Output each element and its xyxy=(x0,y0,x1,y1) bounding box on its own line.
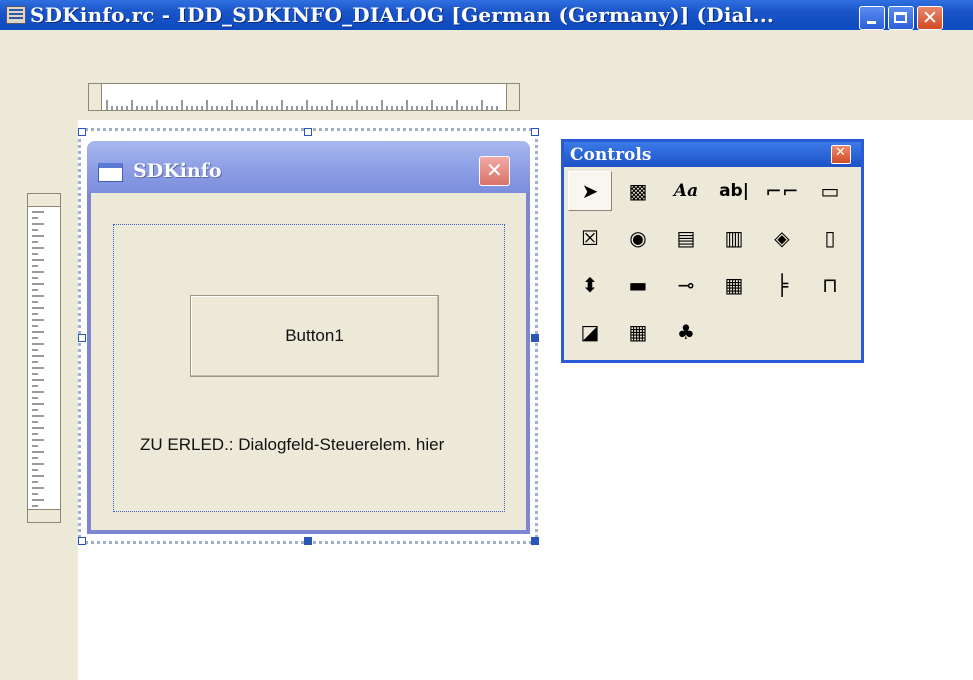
rich-edit-icon[interactable]: ▦ xyxy=(616,312,660,352)
horizontal-ruler-left-cap[interactable] xyxy=(88,83,102,111)
controls-toolbox[interactable]: Controls ➤▩Aaab|⌐⌐▭☒◉▤▥◈▯⬍▬⊸▦╞⊓◪▦♣ xyxy=(561,139,864,363)
vertical-ruler-track xyxy=(27,193,61,523)
edit-box-icon[interactable]: ab| xyxy=(712,171,756,211)
designed-dialog[interactable]: SDKinfo Button1 ZU ERLED.: Dialogfeld-St… xyxy=(87,141,530,534)
close-button[interactable] xyxy=(917,6,943,30)
list-control-icon[interactable]: ╞ xyxy=(760,265,804,305)
window-titlebar[interactable]: SDKinfo.rc - IDD_SDKINFO_DIALOG [German … xyxy=(0,0,973,30)
resize-handle-bottom-left xyxy=(78,537,86,545)
toolbox-title: Controls xyxy=(570,145,652,165)
progress-icon[interactable]: ▬ xyxy=(616,265,660,305)
picture-icon[interactable]: ▩ xyxy=(616,171,660,211)
minimize-button[interactable] xyxy=(859,6,885,30)
combo-box-icon[interactable]: ▤ xyxy=(664,218,708,258)
toolbox-titlebar[interactable]: Controls xyxy=(564,142,861,167)
dialog-static-text[interactable]: ZU ERLED.: Dialogfeld-Steuerelem. hier xyxy=(140,434,480,456)
resize-handle-top xyxy=(304,128,312,136)
window-title: SDKinfo.rc - IDD_SDKINFO_DIALOG [German … xyxy=(30,3,775,27)
tab-control-icon[interactable]: ⊓ xyxy=(808,265,852,305)
resize-handle-bottom[interactable] xyxy=(304,537,312,545)
check-box-icon[interactable]: ☒ xyxy=(568,218,612,258)
horizontal-ruler-right-cap[interactable] xyxy=(506,83,520,111)
dialog-close-button[interactable] xyxy=(479,156,510,186)
custom-control-icon[interactable]: ♣ xyxy=(664,312,708,352)
dialog-title: SDKinfo xyxy=(133,160,222,182)
resize-handle-right[interactable] xyxy=(531,334,539,342)
horizontal-ruler[interactable] xyxy=(88,83,520,113)
button-icon[interactable]: ▭ xyxy=(808,171,852,211)
hot-key-icon[interactable]: ▦ xyxy=(712,265,756,305)
resize-handle-left xyxy=(78,334,86,342)
resize-handle-top-right xyxy=(531,128,539,136)
horizontal-ruler-track xyxy=(88,83,520,111)
group-box-icon[interactable]: ⌐⌐ xyxy=(760,171,804,211)
vertical-ruler-top-cap[interactable] xyxy=(27,193,61,207)
list-box-icon[interactable]: ▥ xyxy=(712,218,756,258)
dialog-window-icon xyxy=(98,163,123,182)
static-text-icon[interactable]: Aa xyxy=(664,171,708,211)
radio-button-icon[interactable]: ◉ xyxy=(616,218,660,258)
maximize-button[interactable] xyxy=(888,6,914,30)
pointer-icon[interactable]: ➤ xyxy=(568,171,612,211)
spin-icon[interactable]: ⬍ xyxy=(568,265,612,305)
horizontal-ruler-ticks xyxy=(106,100,498,110)
resize-handle-top-left xyxy=(78,128,86,136)
vertical-scroll-icon[interactable]: ▯ xyxy=(808,218,852,258)
animation-icon[interactable]: ◪ xyxy=(568,312,612,352)
horizontal-scroll-icon[interactable]: ◈ xyxy=(760,218,804,258)
resize-handle-bottom-right[interactable] xyxy=(531,537,539,545)
toolbox-close-button[interactable] xyxy=(831,145,851,164)
dialog-button1[interactable]: Button1 xyxy=(190,295,439,377)
slider-icon[interactable]: ⊸ xyxy=(664,265,708,305)
vertical-ruler[interactable] xyxy=(27,193,61,523)
resource-editor-icon xyxy=(6,6,26,24)
vertical-ruler-bottom-cap[interactable] xyxy=(27,509,61,523)
dialog-titlebar[interactable]: SDKinfo xyxy=(87,141,530,193)
vertical-ruler-ticks xyxy=(32,211,44,507)
